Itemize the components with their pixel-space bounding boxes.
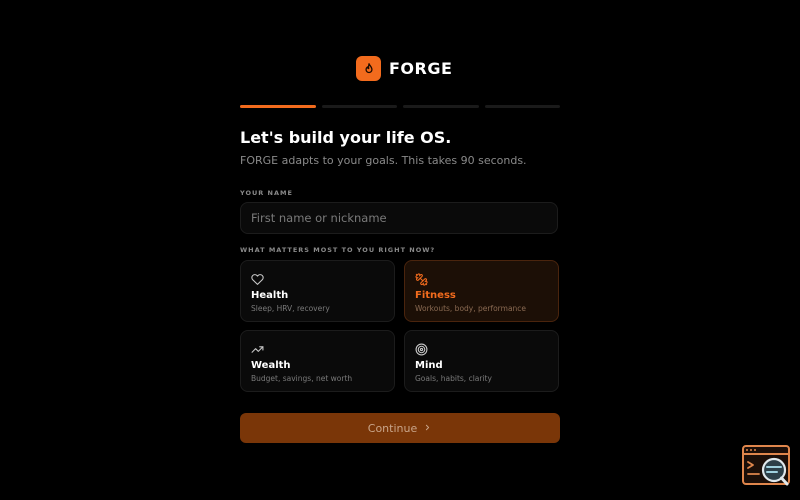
continue-button[interactable]: Continue [240,413,560,443]
page-title: Let's build your life OS. [240,128,452,147]
heart-icon [251,271,384,285]
goal-card-health[interactable]: Health Sleep, HRV, recovery [240,260,395,322]
name-field-label: YOUR NAME [240,189,293,197]
progress-step-3 [403,105,479,108]
code-search-icon[interactable] [742,445,792,487]
goal-card-title: Fitness [415,290,456,301]
goal-card-wealth[interactable]: Wealth Budget, savings, net worth [240,330,395,392]
progress-step-2 [321,105,397,108]
progress-step-1 [240,105,316,108]
goal-card-title: Health [251,290,289,301]
goals-label: WHAT MATTERS MOST TO YOU RIGHT NOW? [240,246,436,254]
goal-card-description: Goals, habits, clarity [415,374,492,383]
goal-card-description: Budget, savings, net worth [251,374,353,383]
continue-button-label: Continue [367,421,418,435]
name-input[interactable] [240,202,558,234]
goal-card-description: Sleep, HRV, recovery [251,304,330,313]
goal-card-title: Mind [415,360,443,371]
brand-header: FORGE [356,56,452,81]
trending-up-icon [251,341,384,355]
step-progress [240,105,560,108]
flame-icon [356,56,381,81]
chevron-right-icon [423,422,432,435]
progress-step-4 [484,105,560,108]
goal-card-mind[interactable]: Mind Goals, habits, clarity [404,330,559,392]
goal-card-title: Wealth [251,360,291,371]
brand-name: FORGE [389,59,453,78]
target-icon [415,341,548,356]
dumbbell-icon [415,271,548,286]
page-subtitle: FORGE adapts to your goals. This takes 9… [240,154,527,167]
goal-card-description: Workouts, body, performance [415,304,527,313]
goal-card-fitness[interactable]: Fitness Workouts, body, performance [404,260,559,322]
